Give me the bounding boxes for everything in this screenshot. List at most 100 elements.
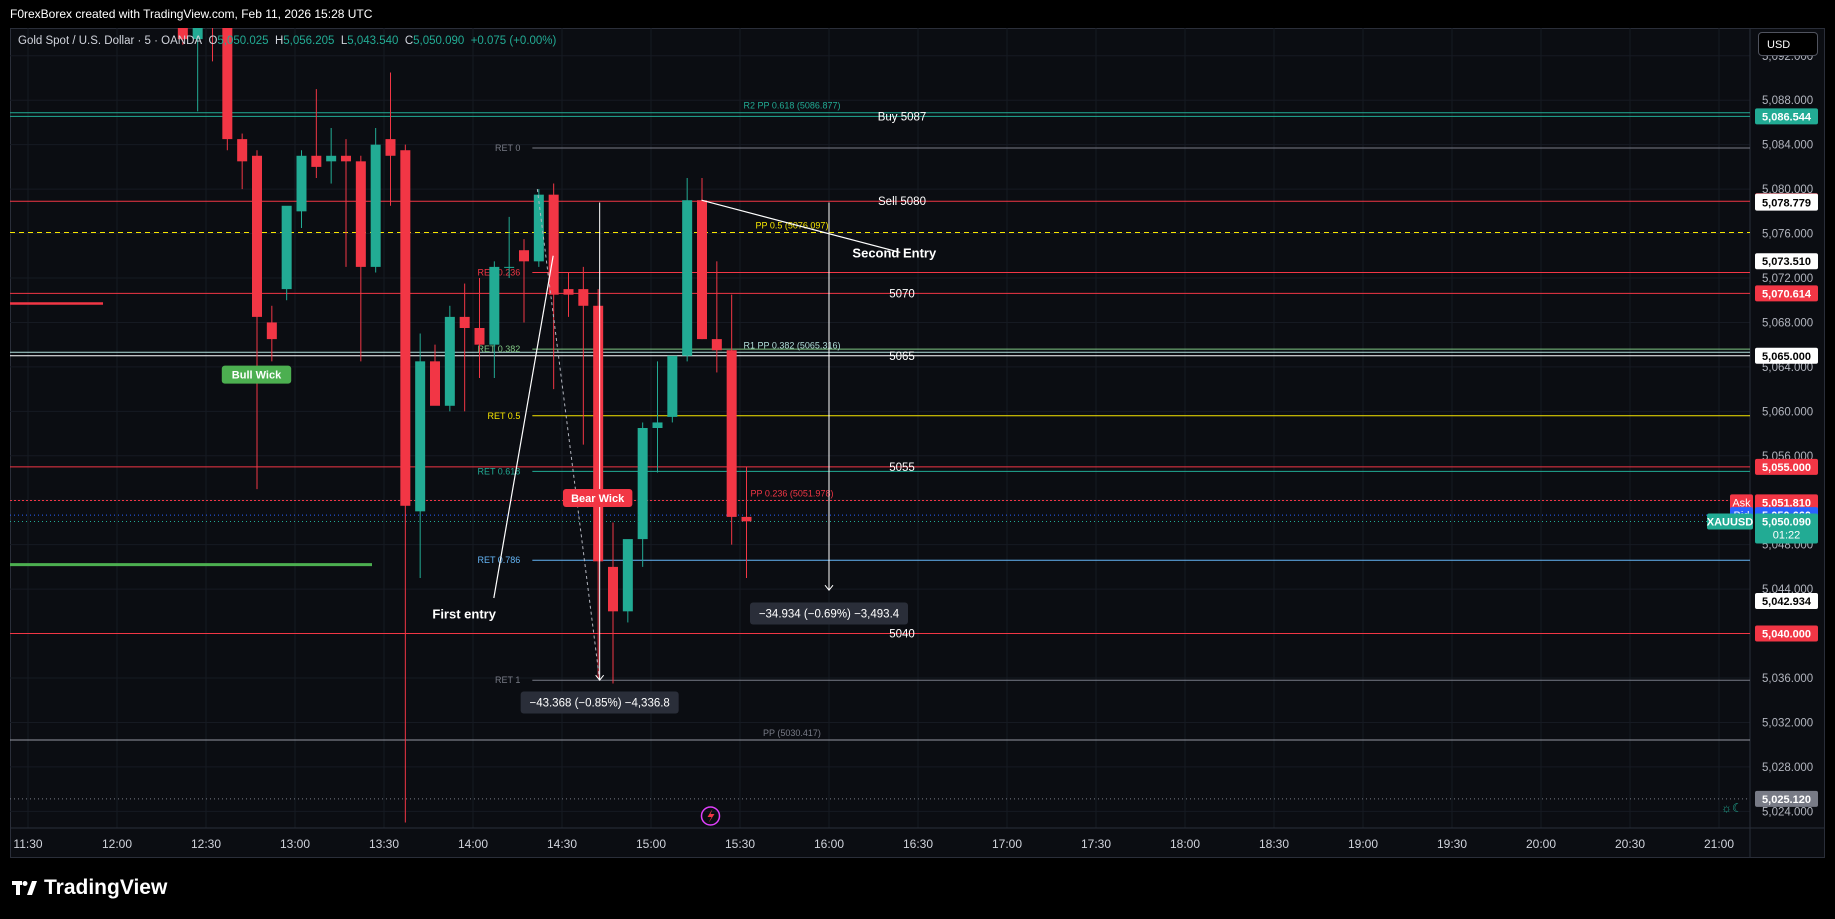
candle-body xyxy=(370,144,381,267)
level-label: Sell 5080 xyxy=(878,196,926,208)
candle-body xyxy=(400,150,411,506)
price-tag: 5,042.934 xyxy=(1762,596,1812,608)
candle-body xyxy=(430,361,440,406)
time-tick-label: 16:00 xyxy=(814,837,844,851)
countdown-label: 01:22 xyxy=(1773,529,1801,541)
price-tick-label: 5,028.000 xyxy=(1762,762,1813,774)
time-tick-label: 12:00 xyxy=(102,837,132,851)
level-label: 5065 xyxy=(889,351,915,363)
time-tick-label: 14:00 xyxy=(458,837,488,851)
candle-body xyxy=(519,250,529,262)
fib-label: RET 0.382 xyxy=(477,344,520,354)
pivot-label: PP (5030.417) xyxy=(763,728,821,738)
time-tick-label: 19:30 xyxy=(1437,837,1467,851)
candle-body xyxy=(682,200,693,356)
pivot-label: R1 PP 0.382 (5065.316) xyxy=(744,340,841,350)
price-tag: 5,078.779 xyxy=(1762,198,1811,210)
price-tick-label: 5,036.000 xyxy=(1762,673,1813,685)
candle-body xyxy=(237,139,248,162)
open-value: 5,050.025 xyxy=(217,35,269,47)
annotation-text: Second Entry xyxy=(852,245,937,260)
price-tag: 5,065.000 xyxy=(1762,351,1811,363)
time-tick-label: 21:00 xyxy=(1704,837,1734,851)
level-label: Buy 5087 xyxy=(878,111,927,123)
candle-body xyxy=(311,155,322,167)
candle-body xyxy=(385,139,396,156)
top-bar: F0rexBorex created with TradingView.com,… xyxy=(0,0,1835,28)
candle-body xyxy=(281,205,292,290)
high-value: 5,056.205 xyxy=(283,35,335,47)
candle-body xyxy=(341,155,351,162)
annotation-badge-text: Bear Wick xyxy=(571,493,625,505)
currency-button[interactable]: USD xyxy=(1758,32,1818,56)
candle-body xyxy=(563,289,574,295)
candle-body xyxy=(593,305,604,562)
candle-body xyxy=(252,155,262,317)
candle-body xyxy=(326,155,337,162)
price-tick-label: 5,072.000 xyxy=(1762,273,1813,285)
lightning-icon[interactable] xyxy=(700,806,721,826)
time-tick-label: 15:30 xyxy=(725,837,755,851)
fib-label: RET 1 xyxy=(495,675,520,685)
change-value: +0.075 (+0.00%) xyxy=(470,35,557,47)
level-label: 5070 xyxy=(889,288,915,300)
symbol-name[interactable]: Gold Spot / U.S. Dollar · 5 · OANDA xyxy=(18,35,202,47)
candle-body xyxy=(548,194,559,295)
candle-body xyxy=(637,428,648,540)
symbol-tag: XAUUSD xyxy=(1707,516,1754,528)
time-tick-label: 19:00 xyxy=(1348,837,1378,851)
price-tick-label: 5,076.000 xyxy=(1762,229,1813,241)
time-tick-label: 11:30 xyxy=(13,837,42,851)
fib-label: RET 0.5 xyxy=(487,411,520,421)
low-value: 5,043.540 xyxy=(347,35,399,47)
candle-body xyxy=(474,328,485,345)
candle-body xyxy=(444,316,455,406)
price-tick-label: 5,068.000 xyxy=(1762,317,1813,329)
time-tick-label: 12:30 xyxy=(191,837,221,851)
candle-body xyxy=(266,322,277,340)
annotation-badge-text: Bull Wick xyxy=(232,370,282,382)
measurement-label: −34.934 (−0.69%) −3,493.4 xyxy=(759,609,900,621)
price-tag-last: 5,050.090 xyxy=(1762,516,1811,528)
brand-name: TradingView xyxy=(44,876,168,899)
symbol-legend[interactable]: Gold Spot / U.S. Dollar · 5 · OANDA O5,0… xyxy=(18,35,556,47)
time-tick-label: 18:00 xyxy=(1170,837,1200,851)
annotation-text: First entry xyxy=(432,607,496,622)
tradingview-mark-icon xyxy=(12,881,37,895)
time-tick-label: 13:30 xyxy=(369,837,399,851)
measurement-label: −43.368 (−0.85%) −4,336.8 xyxy=(529,697,669,709)
candle-body xyxy=(296,155,307,212)
fib-label: RET 0 xyxy=(495,143,520,153)
time-tick-label: 14:30 xyxy=(547,837,577,851)
candle-body xyxy=(415,361,426,512)
time-tick-label: 16:30 xyxy=(903,837,933,851)
candle-body xyxy=(726,350,737,517)
time-tick-label: 13:00 xyxy=(280,837,310,851)
time-tick-label: 17:30 xyxy=(1081,837,1111,851)
price-tag: 5,070.614 xyxy=(1762,288,1812,300)
time-tick-label: 17:00 xyxy=(992,837,1022,851)
candle-body xyxy=(608,566,618,612)
bottom-bar xyxy=(0,860,1835,919)
candle-body xyxy=(459,316,470,328)
candle-body xyxy=(652,422,663,428)
tradingview-logo[interactable]: TradingView xyxy=(12,876,167,900)
pivot-label: PP 0.5 (5076.097) xyxy=(756,220,829,230)
chart-credit: F0rexBorex created with TradingView.com,… xyxy=(10,7,373,21)
price-tick-label: 5,060.000 xyxy=(1762,406,1813,418)
fib-label: RET 0.618 xyxy=(477,466,520,476)
price-tick-label: 5,032.000 xyxy=(1762,717,1813,729)
candle-body xyxy=(533,194,544,262)
price-tick-label: 5,024.000 xyxy=(1762,806,1813,818)
price-tag: 5,025.120 xyxy=(1762,794,1811,806)
candle-body xyxy=(622,539,633,612)
price-tick-label: 5,084.000 xyxy=(1762,140,1813,152)
pivot-label: PP 0.236 (5051.978) xyxy=(751,488,834,498)
candle-body xyxy=(741,516,752,522)
fib-label: RET 0.786 xyxy=(477,555,520,565)
price-tag: 5,073.510 xyxy=(1762,256,1811,268)
level-label: 5040 xyxy=(889,629,915,641)
price-chart[interactable]: 5,024.000 5,028.000 5,032.000 5,036.000 5,04… xyxy=(10,28,1825,858)
price-tag: 5,055.000 xyxy=(1762,462,1811,474)
candle-body xyxy=(355,161,366,267)
